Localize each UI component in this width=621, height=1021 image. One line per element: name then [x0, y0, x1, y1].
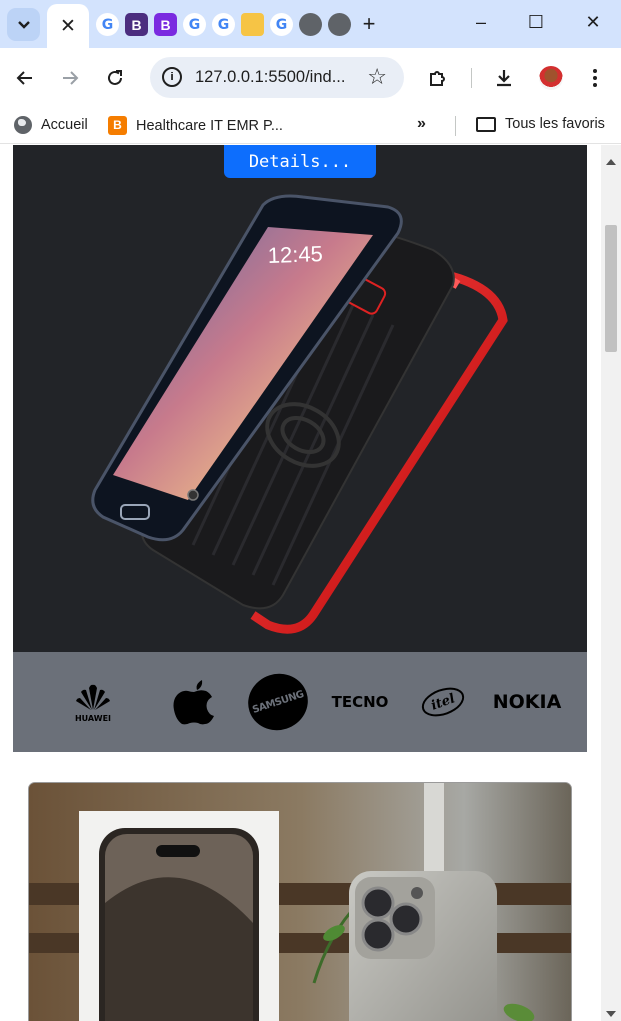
tecno-logo[interactable]: TECNO — [329, 652, 391, 752]
tab-book-icon[interactable] — [241, 13, 264, 36]
samsung-logo[interactable]: SAMSUNG — [240, 652, 316, 752]
globe-icon — [14, 116, 32, 134]
tab-strip: ✕ G B B G G G + – ☐ ✕ — [0, 0, 621, 48]
nokia-wordmark: NOKIA — [492, 691, 562, 713]
scroll-down-arrow-icon[interactable] — [606, 1011, 616, 1017]
iphone-product-image — [29, 783, 571, 1021]
tab-globe-icon[interactable] — [328, 13, 351, 36]
itel-logo[interactable]: itel — [417, 652, 469, 752]
svg-text:12:45: 12:45 — [267, 241, 323, 268]
puzzle-icon — [430, 71, 445, 86]
tab-bootstrap-icon[interactable]: B — [154, 13, 177, 36]
scroll-up-arrow-icon[interactable] — [606, 159, 616, 165]
huawei-logo[interactable]: HUAWEI — [68, 652, 118, 752]
tab-google-icon[interactable]: G — [183, 13, 206, 36]
tab-globe-icon[interactable] — [299, 13, 322, 36]
extensions-button[interactable] — [425, 65, 451, 91]
profile-avatar[interactable] — [539, 66, 563, 90]
bookmarks-bar: Accueil B Healthcare IT EMR P... Tous le… — [0, 106, 621, 144]
maximize-button[interactable]: ☐ — [524, 12, 548, 33]
blogger-icon: B — [108, 116, 127, 135]
url-text[interactable]: 127.0.0.1:5500/ind... — [195, 68, 345, 87]
scrollbar-thumb[interactable] — [605, 225, 617, 352]
tab-search-button[interactable] — [7, 8, 40, 41]
tab-google-icon[interactable]: G — [212, 13, 235, 36]
arrow-right-icon — [63, 71, 79, 85]
vertical-scrollbar[interactable] — [601, 145, 621, 1021]
all-bookmarks-label: Tous les favoris — [505, 116, 605, 132]
close-tab-icon[interactable]: ✕ — [60, 15, 76, 38]
reload-button[interactable] — [102, 65, 128, 91]
reload-icon — [108, 70, 122, 85]
folder-icon — [476, 116, 496, 132]
nokia-logo[interactable]: NOKIA — [491, 652, 563, 752]
samsung-wordmark: SAMSUNG — [250, 688, 306, 716]
itel-wordmark: itel — [429, 690, 457, 714]
product-card[interactable] — [28, 782, 572, 1021]
huawei-wordmark: HUAWEI — [74, 713, 112, 723]
forward-button[interactable] — [57, 65, 83, 91]
brand-logo-bar: HUAWEI SAMSUNG TECNO itel NOKIA — [13, 652, 587, 752]
downloads-button[interactable] — [491, 65, 517, 91]
site-info-icon[interactable]: i — [162, 67, 182, 87]
back-button[interactable] — [12, 65, 38, 91]
tecno-wordmark: TECNO — [331, 693, 389, 711]
toolbar-separator — [471, 68, 472, 88]
tab-google-icon[interactable]: G — [270, 13, 293, 36]
apple-logo[interactable] — [168, 652, 220, 752]
minimize-button[interactable]: – — [469, 12, 493, 33]
hero-banner: 12:45 Details... — [13, 145, 587, 652]
kebab-menu-icon — [593, 69, 597, 87]
all-bookmarks-button[interactable]: Tous les favoris — [476, 116, 605, 132]
page-viewport: 12:45 Details... HUAWEI SAMSUNG TECNO it… — [0, 145, 601, 1021]
close-window-button[interactable]: ✕ — [581, 12, 605, 33]
active-tab[interactable]: ✕ — [47, 4, 89, 48]
chevron-down-icon — [17, 20, 30, 29]
bookmark-healthcare[interactable]: B Healthcare IT EMR P... — [108, 116, 283, 135]
arrow-left-icon — [16, 71, 32, 85]
bookmark-accueil[interactable]: Accueil — [14, 116, 88, 134]
bookmark-star-icon[interactable]: ☆ — [367, 64, 387, 90]
tab-bootstrap-icon[interactable]: B — [125, 13, 148, 36]
bookmark-label: Accueil — [41, 117, 88, 133]
tab-google-icon[interactable]: G — [96, 13, 119, 36]
huawei-flower-icon — [76, 684, 110, 710]
address-bar[interactable]: i 127.0.0.1:5500/ind... ☆ — [150, 57, 404, 98]
bookmarks-overflow-button[interactable]: » — [417, 115, 426, 133]
browser-toolbar: i 127.0.0.1:5500/ind... ☆ — [0, 48, 621, 106]
bookmarks-separator — [455, 116, 456, 136]
menu-button[interactable] — [582, 65, 608, 91]
tab-list: G B B G G G — [96, 13, 351, 36]
new-tab-button[interactable]: + — [356, 11, 382, 37]
apple-icon — [173, 680, 214, 725]
download-icon — [497, 70, 511, 87]
bookmark-label: Healthcare IT EMR P... — [136, 117, 283, 134]
details-button[interactable]: Details... — [224, 145, 376, 178]
phone-case-image: 12:45 — [91, 194, 508, 634]
